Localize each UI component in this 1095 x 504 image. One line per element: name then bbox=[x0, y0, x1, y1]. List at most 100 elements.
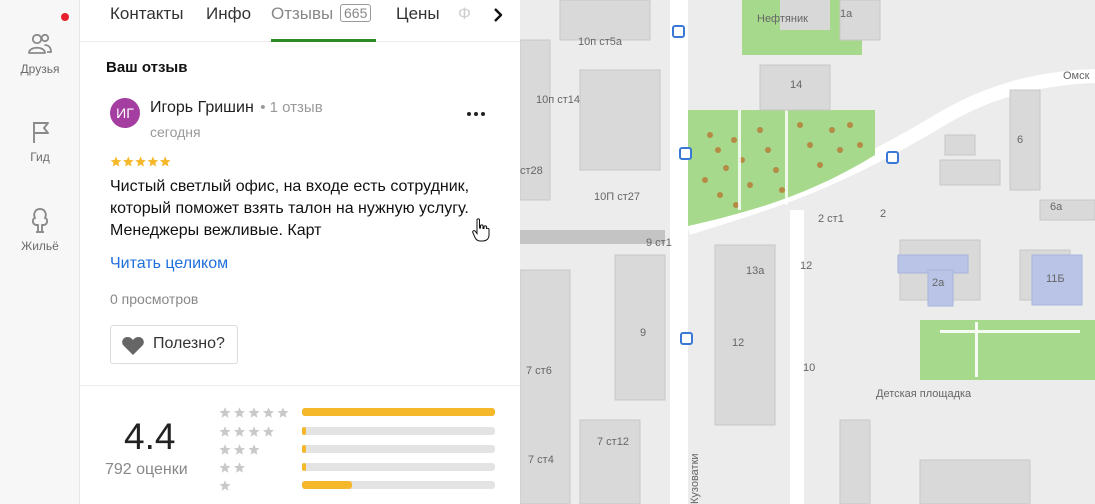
dist-star-icon bbox=[248, 444, 260, 455]
left-rail: Друзья Гид Жильё bbox=[0, 0, 80, 504]
review-star-icon bbox=[122, 156, 134, 167]
map-label-11b: 11Б bbox=[1046, 273, 1065, 285]
rating-row-stars bbox=[219, 407, 289, 418]
review-stars bbox=[110, 156, 171, 167]
tab-reviews[interactable]: Отзывы 665 bbox=[271, 4, 372, 24]
rating-bar-3 bbox=[302, 445, 495, 453]
rating-row-2 bbox=[219, 461, 294, 473]
dist-star-icon bbox=[248, 426, 260, 437]
map-label-st14: 10п ст14 bbox=[536, 94, 580, 106]
dist-star-icon bbox=[233, 426, 246, 437]
map-label-10: 10 bbox=[803, 362, 815, 374]
rating-bar-2 bbox=[302, 463, 495, 471]
rating-row-3 bbox=[219, 443, 294, 455]
author-name: Игорь Гришин bbox=[150, 99, 254, 116]
map-label-14: 14 bbox=[790, 79, 802, 91]
map-label-6: 6 bbox=[1017, 134, 1023, 146]
rating-bar-fill bbox=[302, 445, 306, 453]
map-label-9: 9 bbox=[640, 327, 646, 339]
dist-star-icon bbox=[233, 407, 246, 418]
useful-button[interactable]: Полезно? bbox=[110, 325, 238, 364]
dist-star-icon bbox=[262, 426, 275, 437]
house-tree-icon bbox=[31, 208, 49, 233]
active-tab-indicator bbox=[271, 39, 376, 42]
map-label-neftyanik: Нефтяник bbox=[757, 13, 808, 25]
dist-star-icon bbox=[219, 444, 231, 455]
map-label-12b: 12 bbox=[732, 337, 744, 349]
hand-cursor-icon bbox=[472, 218, 490, 242]
review-star-icon bbox=[159, 156, 171, 167]
rail-item-friends[interactable]: Друзья bbox=[0, 30, 80, 76]
map-label-2a: 2а bbox=[932, 277, 945, 289]
map-label-2: 2 bbox=[880, 208, 886, 220]
review-star-icon bbox=[135, 156, 146, 167]
useful-label: Полезно? bbox=[153, 335, 225, 352]
review-star-icon bbox=[110, 156, 122, 167]
map-label-st27: 10П ст27 bbox=[594, 191, 640, 203]
map-label-st4: 7 ст4 bbox=[528, 454, 554, 466]
dist-star-icon bbox=[233, 444, 246, 455]
avatar[interactable]: ИГ bbox=[110, 98, 140, 128]
dist-star-icon bbox=[219, 407, 231, 418]
dist-star-icon bbox=[277, 407, 289, 418]
read-more-link[interactable]: Читать целиком bbox=[110, 255, 228, 273]
dist-star-icon bbox=[219, 480, 231, 491]
map-label-12a: 12 bbox=[800, 260, 812, 272]
rating-row-stars bbox=[219, 444, 260, 455]
rating-row-stars bbox=[219, 480, 231, 491]
rating-bar-4 bbox=[302, 427, 495, 435]
rating-bar-fill bbox=[302, 481, 353, 489]
author-review-count: • 1 отзыв bbox=[260, 99, 323, 116]
rating-bar-fill bbox=[302, 463, 306, 471]
review-date: сегодня bbox=[150, 124, 201, 140]
rating-value: 4.4 bbox=[124, 416, 176, 457]
tab-contacts[interactable]: Контакты bbox=[110, 4, 183, 24]
map-label-omsk: Омск bbox=[1063, 70, 1090, 82]
map-label-13a: 13а bbox=[746, 265, 765, 277]
review-author[interactable]: Игорь Гришин • 1 отзыв bbox=[150, 99, 323, 117]
tabs-next-button[interactable] bbox=[486, 4, 510, 26]
map-label-9st1: 9 ст1 bbox=[646, 237, 672, 249]
views-count: 0 просмотров bbox=[110, 291, 199, 307]
rating-row-5 bbox=[219, 406, 294, 418]
tabs-bar: Контакты Инфо Отзывы 665 Цены Ф bbox=[80, 0, 520, 42]
chevron-right-icon bbox=[494, 8, 503, 22]
dist-star-icon bbox=[262, 407, 275, 418]
map-view[interactable]: Нефтяник 1а 10п ст5а 10п ст14 14 Омск 6 … bbox=[520, 0, 1095, 504]
flag-icon bbox=[33, 122, 49, 143]
review-text: Чистый светлый офис, на входе есть сотру… bbox=[110, 178, 470, 239]
map-label-st1: 2 ст1 bbox=[818, 213, 844, 225]
your-review-title: Ваш отзыв bbox=[106, 59, 188, 76]
dist-star-icon bbox=[219, 426, 231, 437]
map-label-st28: ст28 bbox=[520, 165, 543, 177]
rating-bar-fill bbox=[302, 408, 495, 416]
dist-star-icon bbox=[248, 407, 260, 418]
map-canvas: Нефтяник 1а 10п ст5а 10п ст14 14 Омск 6 … bbox=[520, 0, 1095, 504]
map-label-6a: 6а bbox=[1050, 201, 1063, 213]
tab-partial[interactable]: Ф bbox=[458, 4, 471, 24]
tab-prices[interactable]: Цены bbox=[396, 4, 440, 24]
rating-bar-fill bbox=[302, 427, 306, 435]
tab-info[interactable]: Инфо bbox=[206, 4, 251, 24]
dist-star-icon bbox=[233, 462, 246, 473]
rail-housing-label: Жильё bbox=[21, 239, 59, 253]
map-label-1a: 1а bbox=[840, 8, 853, 20]
friends-icon bbox=[28, 33, 52, 54]
heart-icon bbox=[122, 337, 144, 355]
tab-reviews-label: Отзывы bbox=[271, 4, 334, 23]
map-label-st6: 7 ст6 bbox=[526, 365, 552, 377]
more-options-button[interactable] bbox=[464, 104, 488, 124]
reviews-count-badge: 665 bbox=[340, 4, 372, 22]
rail-friends-label: Друзья bbox=[20, 62, 60, 76]
map-label-playground: Детская площадка bbox=[876, 388, 972, 400]
map-label-st12: 7 ст12 bbox=[597, 436, 629, 448]
rating-row-1 bbox=[219, 479, 294, 491]
notification-dot bbox=[61, 13, 69, 21]
dist-star-icon bbox=[219, 462, 231, 473]
more-dots-icon bbox=[467, 112, 485, 116]
rail-item-guide[interactable]: Гид bbox=[0, 118, 80, 164]
review-star-icon bbox=[147, 156, 159, 167]
map-label-st5a: 10п ст5а bbox=[578, 36, 623, 48]
rail-guide-label: Гид bbox=[30, 150, 50, 164]
rail-item-housing[interactable]: Жильё bbox=[0, 205, 80, 253]
